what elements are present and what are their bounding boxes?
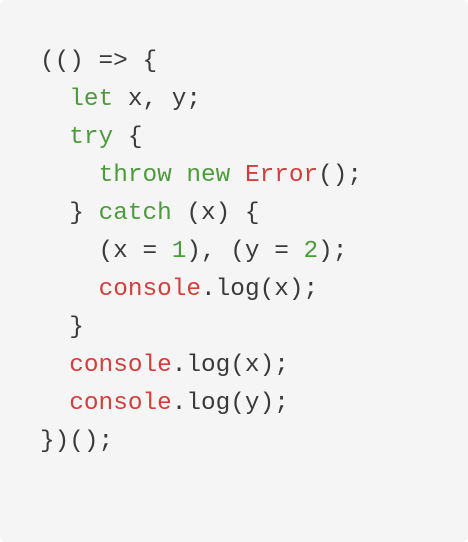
builtin-token: console [69, 352, 172, 379]
code-text: (); [318, 162, 363, 189]
code-text: .log(y); [171, 390, 289, 417]
number-token: 1 [171, 238, 187, 265]
code-line: throw new Error(); [40, 157, 363, 195]
code-line: } catch (x) { [40, 195, 362, 233]
code-text: .log(x); [201, 276, 319, 303]
code-text: } [40, 200, 99, 227]
code-line: console.log(x); [40, 271, 362, 309]
builtin-token: console [98, 276, 202, 303]
code-line: } [40, 309, 362, 347]
code-text: (() => { [40, 48, 158, 75]
code-text: ), (y = [186, 238, 304, 265]
code-text: })(); [40, 428, 114, 455]
code-text: (x) { [171, 200, 260, 227]
keyword-token: catch [98, 200, 172, 227]
builtin-token: Error [244, 162, 319, 189]
number-token: 2 [303, 238, 319, 265]
keyword-token: try [69, 124, 114, 151]
code-line: try { [40, 119, 362, 157]
code-text: x, y; [113, 86, 202, 113]
keyword-token: new [186, 162, 231, 189]
builtin-token: console [69, 390, 172, 417]
code-snippet-card: (() => { let x, y; try { throw new Error… [0, 0, 468, 542]
code-line: })(); [40, 423, 362, 461]
code-line: console.log(x); [40, 347, 362, 385]
code-line: let x, y; [40, 81, 362, 119]
code-line: console.log(y); [40, 385, 362, 423]
code-text: .log(x); [171, 352, 289, 379]
code-text: (x = [40, 238, 172, 265]
keyword-token: throw [98, 162, 172, 189]
code-text: { [113, 124, 143, 151]
code-text: ); [318, 238, 348, 265]
keyword-token: let [69, 86, 114, 113]
code-text: } [40, 314, 84, 341]
code-line: (x = 1), (y = 2); [40, 233, 362, 271]
code-block: (() => { let x, y; try { throw new Error… [40, 43, 362, 461]
code-line: (() => { [40, 43, 362, 81]
